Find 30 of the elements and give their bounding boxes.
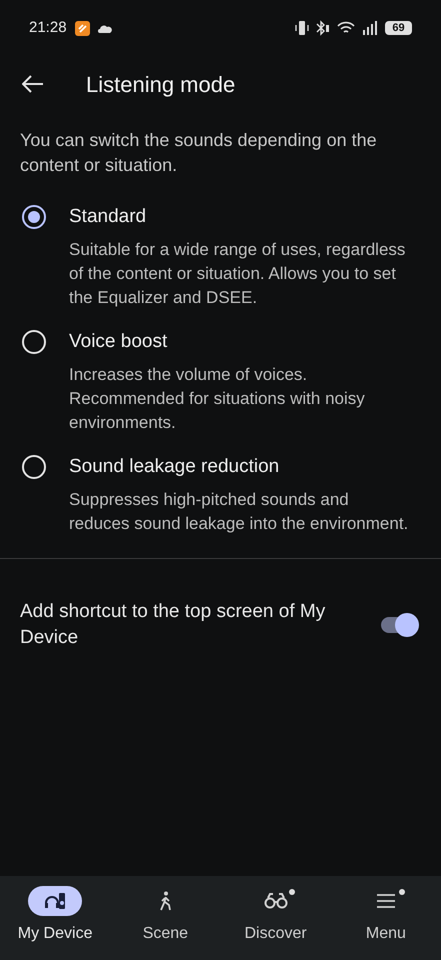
- radio-button[interactable]: [22, 205, 46, 229]
- option-description: Suitable for a wide range of uses, regardless of the content or situation. Allows you to set the Equalizer and DSEE.: [69, 239, 406, 309]
- battery-indicator: 69: [385, 21, 412, 35]
- back-arrow-icon[interactable]: [22, 75, 44, 93]
- option-description: Increases the volume of voices. Recommended for situations with noisy environments.: [69, 364, 366, 434]
- radio-button[interactable]: [22, 330, 46, 354]
- bluetooth-icon: [316, 20, 330, 36]
- cloud-icon: [98, 24, 112, 32]
- page-title: Listening mode: [86, 70, 236, 99]
- option-title: Voice boost: [69, 330, 168, 354]
- nav-tab[interactable]: Menu: [330, 886, 441, 960]
- option-description: Suppresses high-pitched sounds and reduces sound leakage into the environment.: [69, 489, 410, 535]
- headphones-speaker-icon: [44, 892, 66, 910]
- status-time: 21:28: [29, 18, 67, 38]
- option-title: Standard: [69, 205, 148, 229]
- nav-tab[interactable]: My Device: [0, 886, 110, 960]
- wifi-icon: [337, 21, 355, 35]
- signal-icon: [362, 21, 378, 35]
- vibrate-icon: [295, 20, 309, 36]
- binoculars-icon: [264, 893, 288, 909]
- shortcut-toggle[interactable]: [381, 613, 419, 637]
- intro-text: You can switch the sounds depending on the content or situation.: [19, 129, 378, 177]
- option-title: Sound leakage reduction: [69, 455, 280, 479]
- app-notification-icon: [74, 20, 90, 36]
- shortcut-label: Add shortcut to the top screen of My Device: [20, 600, 326, 650]
- nav-tab[interactable]: Discover: [220, 886, 331, 960]
- radio-button[interactable]: [22, 455, 46, 479]
- nav-tab[interactable]: Scene: [110, 886, 220, 960]
- walking-person-icon: [158, 891, 172, 911]
- menu-icon: [376, 894, 396, 908]
